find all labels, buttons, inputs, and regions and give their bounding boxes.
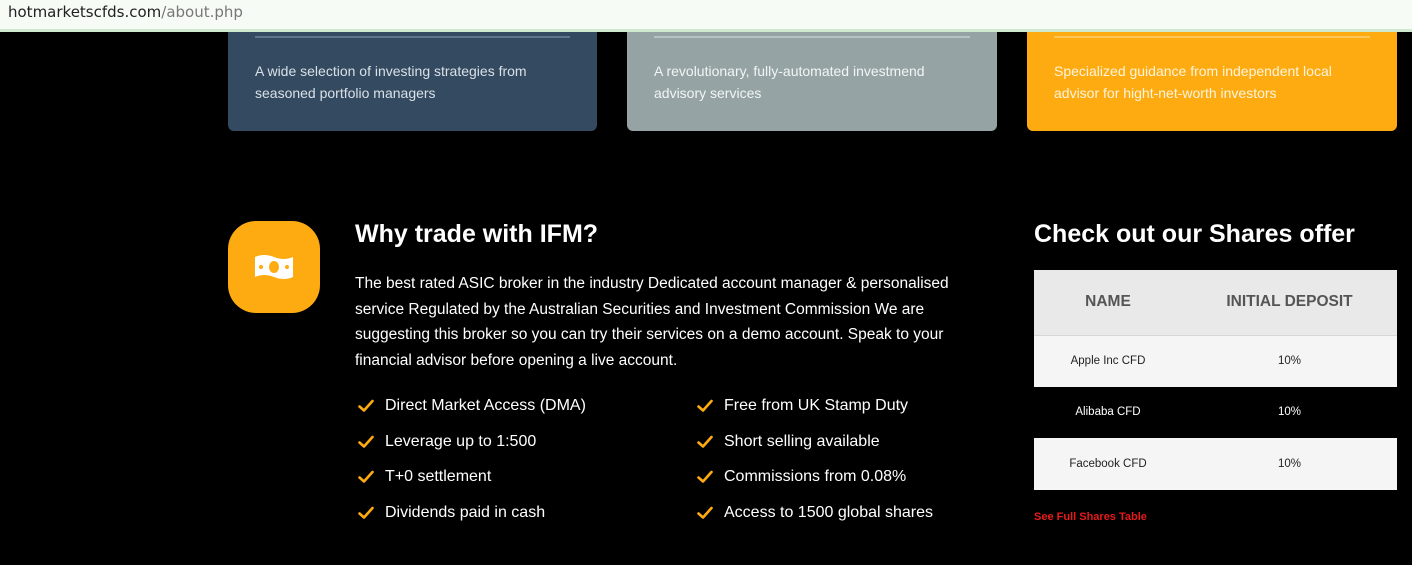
card-divider: [654, 36, 970, 38]
why-trade-heading: Why trade with IFM?: [355, 220, 599, 248]
check-icon: [697, 470, 713, 483]
share-deposit: 10%: [1182, 386, 1397, 438]
money-bill-icon: [228, 221, 320, 313]
feature-label: T+0 settlement: [385, 468, 492, 485]
feature-label: Access to 1500 global shares: [724, 504, 934, 521]
table-row: Facebook CFD 10%: [1034, 438, 1397, 490]
url-path: /about.php: [161, 3, 243, 21]
check-icon: [697, 435, 713, 448]
feature-label: Leverage up to 1:500: [385, 433, 537, 450]
feature-item: Leverage up to 1:500: [358, 429, 536, 455]
check-icon: [358, 506, 374, 519]
feature-label: Dividends paid in cash: [385, 504, 546, 521]
feature-label: Free from UK Stamp Duty: [724, 397, 909, 414]
feature-item: T+0 settlement: [358, 464, 491, 490]
check-icon: [358, 399, 374, 412]
card-divider: [1054, 36, 1370, 38]
why-trade-description: The best rated ASIC broker in the indust…: [355, 275, 949, 369]
share-name: Apple Inc CFD: [1034, 335, 1182, 387]
feature-item: Direct Market Access (DMA): [358, 393, 586, 419]
feature-item: Free from UK Stamp Duty: [697, 393, 908, 419]
card-text: Specialized guidance from independent lo…: [1054, 63, 1332, 101]
check-icon: [358, 470, 374, 483]
address-bar[interactable]: hotmarketscfds.com/about.php: [0, 0, 1412, 32]
feature-label: Short selling available: [724, 433, 880, 450]
check-icon: [697, 399, 713, 412]
table-row: Alibaba CFD 10%: [1034, 386, 1397, 438]
shares-offer-heading: Check out our Shares offer: [1034, 220, 1355, 248]
url-host: hotmarketscfds.com: [8, 3, 162, 21]
column-header-name: NAME: [1034, 270, 1182, 336]
service-card-automated: A revolutionary, fully-automated investm…: [627, 32, 997, 131]
feature-item: Short selling available: [697, 429, 880, 455]
share-deposit: 10%: [1182, 438, 1397, 490]
service-card-portfolio: A wide selection of investing strategies…: [228, 32, 597, 131]
card-text: A revolutionary, fully-automated investm…: [654, 63, 925, 101]
share-deposit: 10%: [1182, 335, 1397, 387]
share-name: Facebook CFD: [1034, 438, 1182, 490]
card-divider: [255, 36, 570, 38]
see-full-shares-link[interactable]: See Full Shares Table: [1034, 511, 1147, 523]
shares-table: NAME INITIAL DEPOSIT Apple Inc CFD 10% A…: [1034, 270, 1397, 490]
share-name: Alibaba CFD: [1034, 386, 1182, 438]
feature-label: Direct Market Access (DMA): [385, 397, 586, 414]
feature-label: Commissions from 0.08%: [724, 468, 907, 485]
check-icon: [358, 435, 374, 448]
card-text: A wide selection of investing strategies…: [255, 63, 527, 101]
feature-item: Access to 1500 global shares: [697, 500, 933, 526]
table-row: Apple Inc CFD 10%: [1034, 335, 1397, 387]
feature-item: Commissions from 0.08%: [697, 464, 906, 490]
service-card-advisor: Specialized guidance from independent lo…: [1027, 32, 1397, 131]
check-icon: [697, 506, 713, 519]
table-header-row: NAME INITIAL DEPOSIT: [1034, 270, 1397, 336]
column-header-initial-deposit: INITIAL DEPOSIT: [1182, 270, 1397, 336]
feature-item: Dividends paid in cash: [358, 500, 545, 526]
